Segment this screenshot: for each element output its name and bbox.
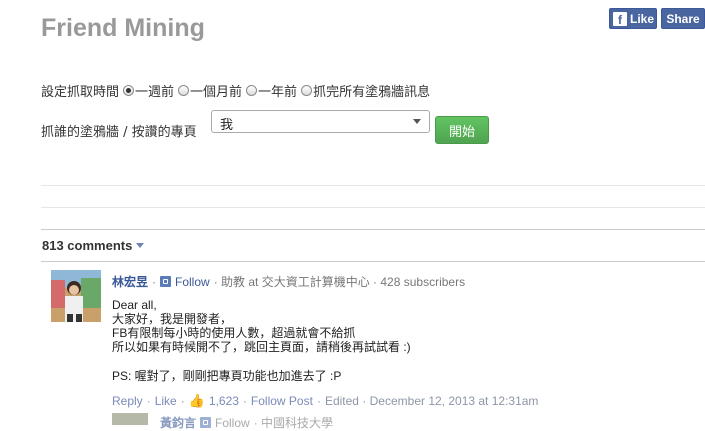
page-title: Friend Mining xyxy=(41,14,205,42)
start-button[interactable]: 開始 xyxy=(435,116,489,144)
chevron-down-icon xyxy=(413,119,421,124)
radio-one-month[interactable] xyxy=(178,85,190,96)
comment-line: FB有限制每小時的使用人數，超過就會不給抓 xyxy=(112,326,356,340)
radio-one-week[interactable] xyxy=(123,85,135,96)
time-range-label: 設定抓取時間 xyxy=(41,85,120,100)
comment-line: 所以如果有時候開不了，跳回主頁面，請稍後再試試看 :) xyxy=(112,340,411,354)
comment-line: Dear all, xyxy=(112,298,157,312)
radio-one-year[interactable] xyxy=(246,85,258,96)
avatar[interactable] xyxy=(51,270,101,322)
like-button-label: Like xyxy=(630,11,655,26)
facebook-share-button[interactable]: Share xyxy=(661,8,705,29)
reply-link[interactable]: Reply xyxy=(112,394,143,408)
comment-body: Dear all, 大家好，我是開發者， FB有限制每小時的使用人數，超過就會不… xyxy=(112,298,702,354)
caret-down-icon xyxy=(136,243,145,248)
time-range-row: 設定抓取時間 一週前 一個月前 一年前 抓完所有塗鴉牆訊息 xyxy=(41,81,430,100)
comment-actions: Reply · Like · 👍 1,623 · Follow Post · E… xyxy=(112,393,539,408)
comment-author-meta: · 助教 at 交大資工計算機中心 · 428 subscribers xyxy=(213,275,466,289)
comment-ps: PS: 喔對了，剛剛把專頁功能也加進去了 :P xyxy=(112,369,342,383)
comment-header: 林宏昱 · Follow · 助教 at 交大資工計算機中心 · 428 sub… xyxy=(112,273,466,290)
wall-target-value: 我 xyxy=(220,118,234,133)
radio-one-week-label[interactable]: 一週前 xyxy=(135,81,174,100)
divider xyxy=(41,207,705,208)
follow-link[interactable]: Follow xyxy=(175,275,210,289)
radio-all-posts[interactable] xyxy=(301,85,313,96)
comment-line: 大家好，我是開發者， xyxy=(112,312,233,326)
divider xyxy=(41,229,705,230)
thumbs-up-icon: 👍 xyxy=(188,393,205,408)
facebook-like-button[interactable]: f Like xyxy=(609,8,657,29)
wall-target-label: 抓誰的塗鴉牆 / 按讚的專頁 xyxy=(41,125,197,140)
like-count[interactable]: 1,623 xyxy=(209,394,239,408)
comment-item: 林宏昱 · Follow · 助教 at 交大資工計算機中心 · 428 sub… xyxy=(112,273,702,409)
subscribe-icon xyxy=(160,276,172,287)
avatar[interactable] xyxy=(112,413,148,425)
facebook-logo-icon: f xyxy=(613,11,627,26)
comment-author[interactable]: 林宏昱 xyxy=(112,273,148,290)
comment-timestamp[interactable]: Edited · December 12, 2013 at 12:31am xyxy=(325,394,538,408)
radio-one-month-label[interactable]: 一個月前 xyxy=(190,81,242,100)
wall-target-select[interactable]: 我 xyxy=(211,110,430,133)
divider xyxy=(41,261,705,262)
divider xyxy=(41,185,705,186)
comments-count-label: 813 comments xyxy=(42,238,133,253)
like-link[interactable]: Like xyxy=(155,394,177,408)
radio-all-posts-label[interactable]: 抓完所有塗鴉牆訊息 xyxy=(313,81,430,100)
follow-post-link[interactable]: Follow Post xyxy=(251,394,313,408)
comments-count-dropdown[interactable]: 813 comments xyxy=(42,238,145,253)
radio-one-year-label[interactable]: 一年前 xyxy=(258,81,297,100)
avatar-photo xyxy=(51,270,101,322)
